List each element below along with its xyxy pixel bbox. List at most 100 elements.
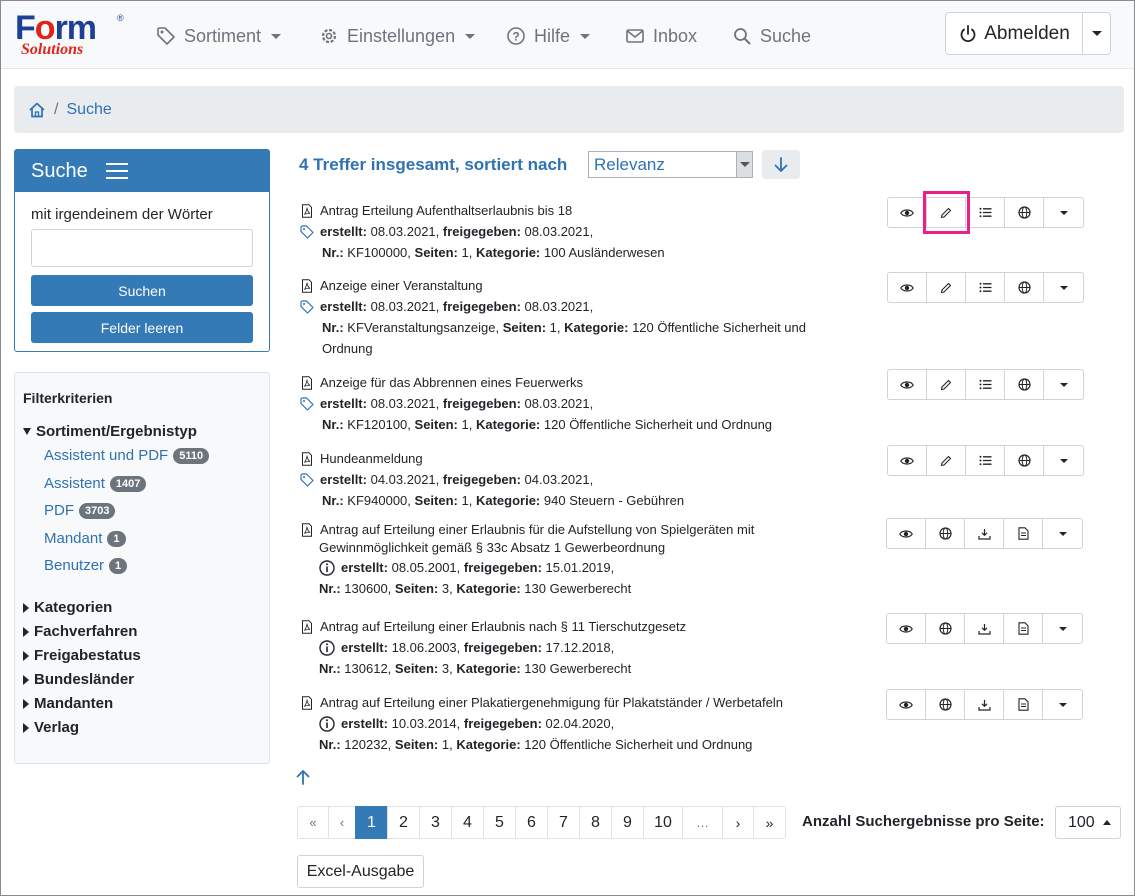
details-list-button[interactable]	[966, 446, 1005, 475]
more-actions-dropdown[interactable]	[1044, 370, 1083, 399]
released-date: 08.03.2021,	[524, 224, 594, 239]
preview-button[interactable]	[888, 198, 927, 227]
more-actions-dropdown[interactable]	[1044, 198, 1083, 227]
form-solutions-logo[interactable]: Form ® Solutions	[15, 9, 127, 59]
pages-label: Seiten:	[414, 493, 458, 508]
filter-group-fachverfahren[interactable]: Fachverfahren	[23, 623, 137, 640]
pagination-page[interactable]: 5	[483, 806, 516, 839]
result-title[interactable]: Hundeanmeldung	[320, 448, 423, 469]
pdf-file-icon	[302, 523, 312, 537]
nav-einstellungen[interactable]: Einstellungen	[319, 23, 476, 49]
pagination-page[interactable]: 4	[451, 806, 484, 839]
filter-group-bundeslaender[interactable]: Bundesländer	[23, 671, 134, 688]
more-actions-dropdown[interactable]	[1043, 519, 1082, 548]
nav-hilfe[interactable]: ? Hilfe	[506, 23, 591, 49]
filter-group-kategorien[interactable]: Kategorien	[23, 599, 112, 616]
pagination-first[interactable]: «	[297, 806, 329, 839]
released-label: freigegeben:	[463, 640, 542, 655]
more-actions-dropdown[interactable]	[1043, 690, 1082, 719]
pagination-page[interactable]: 3	[419, 806, 452, 839]
result-title[interactable]: Antrag auf Erteilung einer Erlaubnis für…	[320, 521, 754, 539]
filter-group-verlag[interactable]: Verlag	[23, 719, 79, 736]
edit-button[interactable]	[927, 273, 966, 302]
nav-inbox[interactable]: Inbox	[625, 23, 697, 49]
download-button[interactable]	[965, 519, 1004, 548]
pagination-page[interactable]: 2	[387, 806, 420, 839]
details-list-button[interactable]	[966, 198, 1005, 227]
result-title[interactable]: Anzeige einer Veranstaltung	[320, 275, 483, 296]
result-title[interactable]: Anzeige für das Abbrennen eines Feuerwer…	[320, 372, 583, 393]
facet-mandant[interactable]: Mandant 1	[44, 530, 126, 547]
edit-button[interactable]	[927, 370, 966, 399]
web-button[interactable]	[1005, 198, 1044, 227]
scroll-to-top-button[interactable]	[296, 769, 310, 788]
home-icon[interactable]	[28, 101, 46, 119]
pagination-page[interactable]: 8	[579, 806, 612, 839]
web-button[interactable]	[926, 519, 965, 548]
facet-benutzer[interactable]: Benutzer 1	[44, 557, 128, 574]
download-button[interactable]	[965, 614, 1004, 643]
more-actions-dropdown[interactable]	[1043, 614, 1082, 643]
web-button[interactable]	[1005, 273, 1044, 302]
category-label: Kategorie:	[456, 737, 521, 752]
preview-button[interactable]	[888, 370, 927, 399]
nav-sortiment[interactable]: Sortiment	[156, 23, 282, 49]
facet-assistent-und-pdf[interactable]: Assistent und PDF 5110	[44, 447, 210, 464]
web-button[interactable]	[1005, 446, 1044, 475]
nav-einstellungen-label: Einstellungen	[347, 25, 456, 46]
result-category: 120 Öffentliche Sicherheit und Ordnung	[524, 737, 753, 752]
hamburger-menu-icon[interactable]	[105, 163, 128, 179]
result-title[interactable]: Antrag auf Erteilung einer Plakatiergene…	[320, 692, 783, 713]
web-button[interactable]	[926, 614, 965, 643]
preview-button[interactable]	[888, 446, 927, 475]
pdf-document-button[interactable]	[1004, 614, 1043, 643]
pdf-document-button[interactable]	[1004, 690, 1043, 719]
chevron-up-icon	[1102, 820, 1111, 825]
pagination-page[interactable]: 6	[515, 806, 548, 839]
pages-label: Seiten:	[394, 581, 439, 596]
pagination-page[interactable]: 1	[355, 806, 388, 839]
pagination-page[interactable]: 10	[643, 806, 683, 839]
filter-group-mandanten[interactable]: Mandanten	[23, 695, 113, 712]
preview-button[interactable]	[887, 690, 926, 719]
pagination-page[interactable]: 9	[611, 806, 644, 839]
pagination: « ‹ 1 2 3 4 5 6 7 8 9 10 … › »	[297, 806, 786, 839]
results-per-page-select[interactable]: 100	[1055, 806, 1121, 839]
result-pages: 1,	[461, 417, 473, 432]
preview-button[interactable]	[888, 273, 927, 302]
filter-group-freigabestatus[interactable]: Freigabestatus	[23, 647, 141, 664]
breadcrumb: / Suche	[14, 86, 1124, 133]
pagination-prev[interactable]: ‹	[328, 806, 356, 839]
clear-fields-button[interactable]: Felder leeren	[31, 312, 253, 343]
logout-button[interactable]: Abmelden	[945, 12, 1083, 55]
result-title-continued[interactable]: Gewinnmöglichkeit gemäß § 33c Absatz 1 G…	[319, 539, 665, 557]
details-list-button[interactable]	[966, 370, 1005, 399]
pdf-document-button[interactable]	[1004, 519, 1043, 548]
facet-pdf[interactable]: PDF 3703	[44, 502, 116, 519]
download-button[interactable]	[965, 690, 1004, 719]
web-button[interactable]	[1005, 370, 1044, 399]
preview-button[interactable]	[887, 614, 926, 643]
more-actions-dropdown[interactable]	[1044, 446, 1083, 475]
sort-direction-button[interactable]	[762, 150, 800, 179]
facet-assistent[interactable]: Assistent 1407	[44, 475, 147, 492]
search-input[interactable]	[31, 229, 253, 267]
excel-export-button[interactable]: Excel-Ausgabe	[297, 855, 424, 888]
details-list-button[interactable]	[966, 273, 1005, 302]
filter-group-sortiment[interactable]: Sortiment/Ergebnistyp	[23, 423, 197, 440]
nav-suche[interactable]: Suche	[732, 23, 811, 49]
result-title[interactable]: Antrag auf Erteilung einer Erlaubnis nac…	[320, 616, 686, 637]
result-title[interactable]: Antrag Erteilung Aufenthaltserlaubnis bi…	[320, 200, 572, 221]
pagination-last[interactable]: »	[753, 806, 786, 839]
logout-dropdown-toggle[interactable]	[1083, 12, 1111, 55]
pagination-next[interactable]: ›	[722, 806, 754, 839]
chevron-down-icon	[1091, 31, 1102, 36]
sort-select[interactable]: Relevanz	[588, 151, 753, 178]
search-submit-button[interactable]: Suchen	[31, 275, 253, 306]
pagination-page[interactable]: 7	[547, 806, 580, 839]
edit-button[interactable]	[927, 446, 966, 475]
more-actions-dropdown[interactable]	[1044, 273, 1083, 302]
result-actions	[887, 197, 1084, 228]
web-button[interactable]	[926, 690, 965, 719]
preview-button[interactable]	[887, 519, 926, 548]
